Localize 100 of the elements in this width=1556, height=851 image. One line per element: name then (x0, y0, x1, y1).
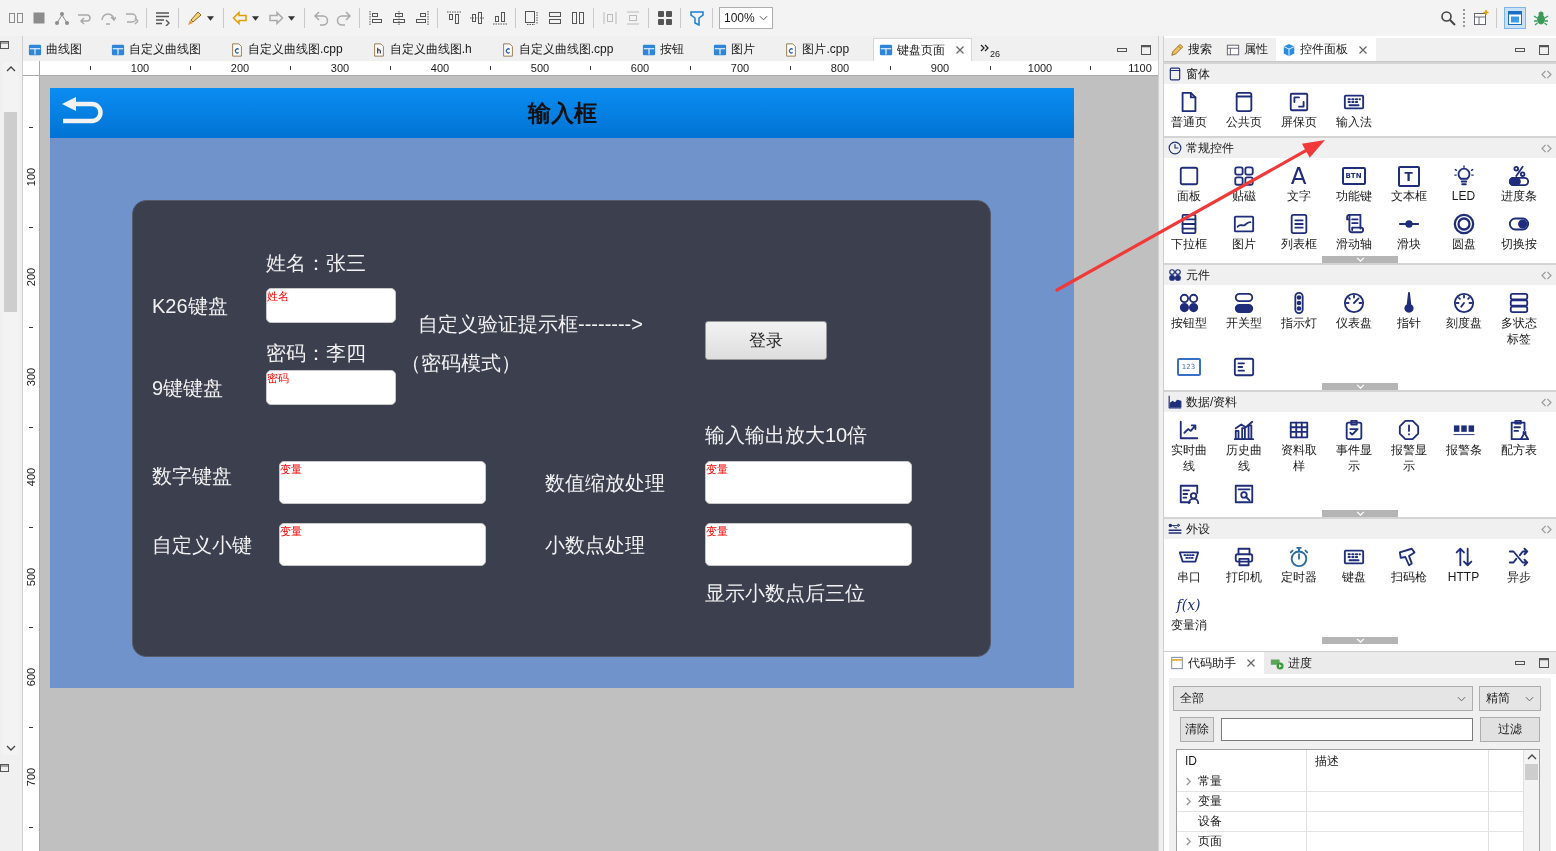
maximize-icon[interactable] (1140, 43, 1152, 56)
align-center-icon[interactable] (390, 10, 407, 26)
palette-item[interactable]: LED (1436, 158, 1491, 206)
palette-item[interactable]: T 文本框 (1381, 158, 1436, 206)
tab-overflow-button[interactable]: 26 (972, 38, 1005, 61)
palette-item[interactable]: A 文字 (1271, 158, 1326, 206)
align-middle-icon[interactable] (468, 10, 485, 26)
palette-item[interactable]: 扫码枪 (1381, 539, 1436, 587)
input-field[interactable]: 变量 (705, 461, 912, 504)
scroll-handle[interactable] (1322, 510, 1398, 517)
palette-item[interactable]: 开关型 (1216, 285, 1271, 333)
tree-item[interactable]: 设备 (1177, 812, 1307, 832)
palette-item[interactable]: 定时器 (1271, 539, 1326, 587)
panel-tab[interactable]: 进度 (1264, 652, 1320, 674)
column-header[interactable]: ID (1177, 750, 1307, 772)
nodes-icon[interactable] (53, 10, 70, 26)
panel-tab[interactable]: 代码助手 (1164, 652, 1264, 674)
palette-item[interactable]: 刻度盘 (1436, 285, 1491, 333)
panel-tab[interactable]: 搜索 (1164, 38, 1220, 61)
grid-icon[interactable] (656, 10, 673, 26)
palette-item[interactable]: 切换按 (1491, 206, 1546, 254)
close-icon[interactable] (955, 45, 966, 55)
input-field[interactable]: 变量 (279, 461, 486, 504)
editor-tab[interactable]: 自定义曲线图.cpp (495, 38, 638, 61)
same-width-icon[interactable] (569, 10, 586, 26)
perspective-button[interactable] (1504, 7, 1526, 29)
palette-item[interactable]: 贴磁 (1216, 158, 1271, 206)
maximize-icon[interactable] (1538, 43, 1550, 56)
palette-item[interactable]: 指针 (1381, 285, 1436, 333)
scroll-handle[interactable] (1322, 256, 1398, 263)
align-top-icon[interactable] (445, 10, 462, 26)
chevron-right-icon[interactable] (1185, 837, 1192, 846)
zoom-dropdown[interactable]: 100% (719, 7, 773, 29)
palette-item[interactable]: 下拉框 (1164, 206, 1216, 254)
palette-item[interactable]: HTTP (1436, 539, 1491, 587)
palette-item[interactable]: 公共页 (1216, 84, 1271, 132)
clear-button[interactable]: 清除 (1180, 717, 1214, 742)
filter-input-field[interactable] (1221, 718, 1473, 741)
editor-tab[interactable]: 图片.cpp (779, 38, 874, 61)
palette-item[interactable]: 资料取样 (1271, 412, 1326, 476)
palette-item[interactable]: 报警显示 (1381, 412, 1436, 476)
palette-item[interactable]: 多状态标签 (1491, 285, 1546, 349)
palette-item[interactable]: 面板 (1164, 158, 1216, 206)
scroll-handle[interactable] (1322, 383, 1398, 390)
palette-item[interactable]: 图片 (1216, 206, 1271, 254)
palette-item[interactable]: 滑动轴 (1326, 206, 1381, 254)
editor-tab[interactable]: 曲线图 (23, 38, 106, 61)
editor-tab[interactable]: 自定义曲线图 (106, 38, 225, 61)
palette-item[interactable]: 指示灯 (1271, 285, 1326, 333)
palette-item[interactable]: 实时曲线 (1164, 412, 1216, 476)
mode-dropdown[interactable]: 精简 (1479, 686, 1541, 711)
input-field[interactable]: 变量 (279, 523, 486, 566)
tree-item[interactable]: 常量 (1177, 772, 1307, 792)
window-add-icon[interactable] (1472, 10, 1489, 26)
editor-tab[interactable]: 图片 (708, 38, 780, 61)
caret-icon[interactable] (288, 15, 295, 21)
palette-item[interactable]: 报警条 (1436, 412, 1491, 460)
chevron-down-icon[interactable] (5, 745, 16, 751)
same-height-icon[interactable] (546, 10, 563, 26)
close-icon[interactable] (1358, 44, 1368, 55)
close-icon[interactable] (1246, 658, 1256, 668)
editor-tab[interactable]: 自定义曲线图.h (366, 38, 496, 61)
palette-item[interactable]: 普通页 (1161, 84, 1216, 132)
palette-item[interactable]: 异步 (1491, 539, 1546, 587)
palette-item[interactable]: 列表框 (1271, 206, 1326, 254)
align-right-icon[interactable] (413, 10, 430, 26)
filter-button[interactable]: 过滤 (1480, 717, 1540, 742)
align-bottom-icon[interactable] (491, 10, 508, 26)
chevron-right-icon[interactable] (1185, 777, 1192, 786)
restore-icon[interactable] (0, 763, 10, 773)
input-field[interactable]: 密码 (266, 370, 396, 405)
scope-dropdown[interactable]: 全部 (1173, 686, 1473, 711)
palette-item[interactable]: 历史曲线 (1216, 412, 1271, 476)
input-field[interactable]: 姓名 (266, 288, 396, 323)
palette-item[interactable]: 打印机 (1216, 539, 1271, 587)
split-view-icon[interactable] (7, 10, 24, 26)
restore-icon[interactable] (0, 40, 10, 50)
brush-icon[interactable] (186, 10, 203, 26)
canvas-button[interactable]: 登录 (705, 321, 827, 360)
palette-item[interactable]: 圆盘 (1436, 206, 1491, 254)
chevron-up-icon[interactable] (5, 66, 16, 72)
list-icon[interactable] (154, 10, 171, 26)
panel-tab[interactable]: 属性 (1220, 38, 1276, 61)
scroll-handle[interactable] (1322, 637, 1398, 644)
palette-item[interactable]: 屏保页 (1271, 84, 1326, 132)
panel-tab[interactable]: 控件面板 (1276, 38, 1376, 61)
palette-item[interactable]: 按钮型 (1164, 285, 1216, 333)
funnel-icon[interactable] (688, 10, 705, 26)
align-left-icon[interactable] (367, 10, 384, 26)
caret-icon[interactable] (252, 15, 259, 21)
input-field[interactable]: 变量 (705, 523, 912, 566)
palette-item[interactable]: 配方表 (1491, 412, 1546, 460)
chevron-up-icon[interactable] (1526, 754, 1537, 760)
palette-item[interactable]: 进度条 (1491, 158, 1546, 206)
palette-item[interactable]: 串口 (1164, 539, 1216, 587)
scroll-thumb[interactable] (1525, 764, 1538, 780)
editor-tab[interactable]: 按钮 (637, 38, 709, 61)
tree-item[interactable]: 页面 (1177, 832, 1307, 851)
palette-item[interactable]: 事件显示 (1326, 412, 1381, 476)
bug-icon[interactable] (1532, 10, 1549, 26)
